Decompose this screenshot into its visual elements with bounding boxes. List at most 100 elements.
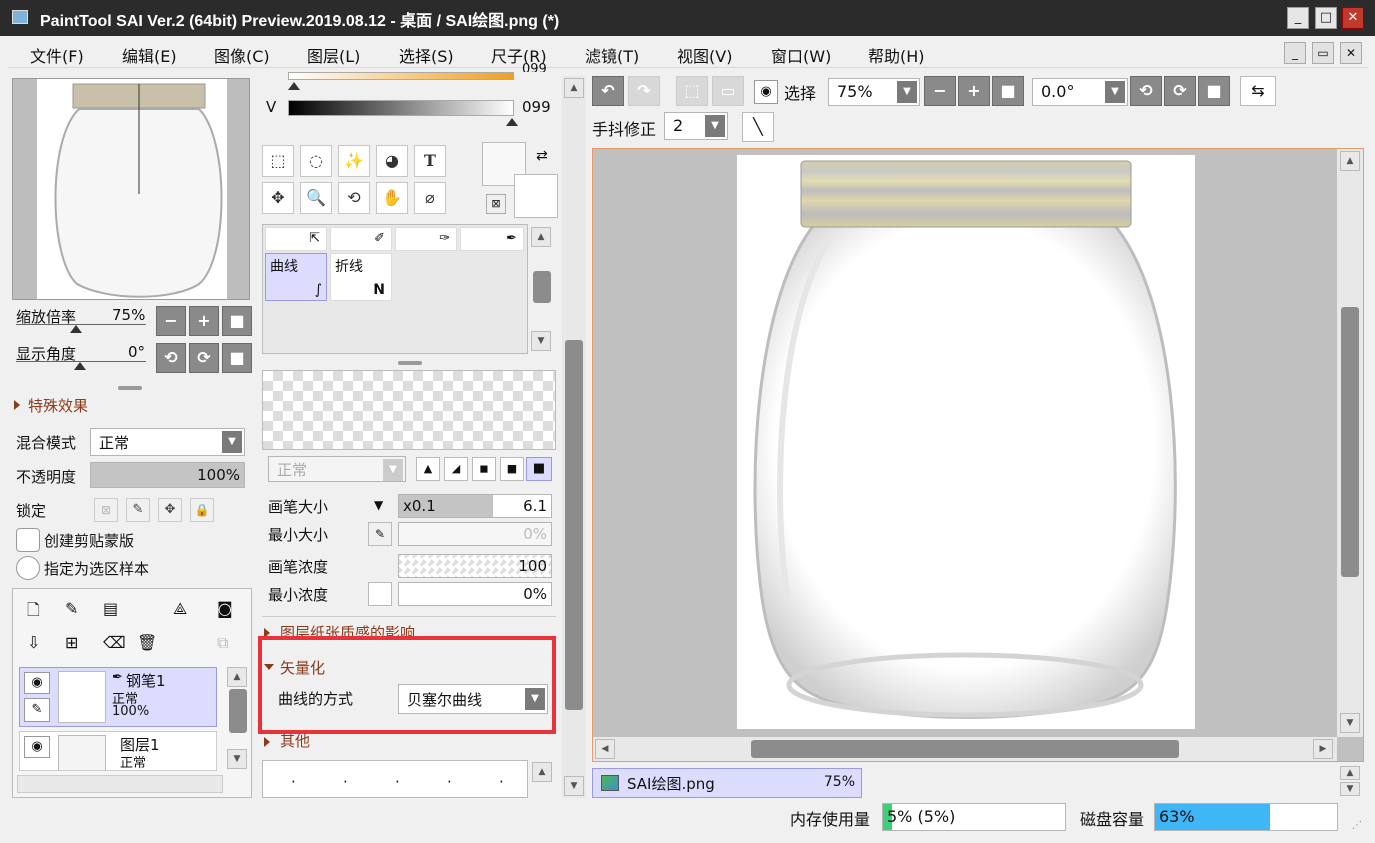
brush-size-dropdown-icon[interactable]: ▼ bbox=[374, 498, 383, 512]
rotate-right-button[interactable]: ⟳ bbox=[1164, 76, 1196, 106]
collapse-arrow-icon[interactable] bbox=[264, 737, 270, 747]
panel-divider[interactable] bbox=[398, 361, 422, 365]
deselect-button[interactable]: ⬚ bbox=[676, 76, 708, 106]
preset-dot[interactable]: · bbox=[343, 773, 348, 791]
collapse-arrow-icon[interactable] bbox=[14, 400, 20, 410]
pen-fill-icon[interactable]: ✐ bbox=[330, 227, 392, 251]
rotate-reset-button[interactable]: ■ bbox=[222, 343, 252, 373]
selection-sample-radio[interactable] bbox=[16, 556, 40, 580]
scroll-down-button[interactable]: ▼ bbox=[564, 776, 584, 796]
pointer-icon[interactable]: ⇱ bbox=[265, 227, 327, 251]
hand-icon[interactable]: ✋ bbox=[376, 182, 408, 214]
menu-file[interactable]: 文件(F) bbox=[30, 43, 84, 67]
scrollbar-thumb[interactable] bbox=[751, 740, 1179, 758]
rotate-left-button[interactable]: ⟲ bbox=[1130, 76, 1162, 106]
tab-scroll-down[interactable]: ▼ bbox=[1340, 782, 1360, 796]
rotate-right-button[interactable]: ⟳ bbox=[189, 343, 219, 373]
menu-select[interactable]: 选择(S) bbox=[399, 43, 454, 67]
menu-filter[interactable]: 滤镜(T) bbox=[585, 43, 639, 67]
rotate-left-button[interactable]: ⟲ bbox=[156, 343, 186, 373]
minimize-button[interactable]: _ bbox=[1287, 7, 1309, 29]
expand-arrow-icon[interactable] bbox=[264, 664, 274, 670]
undo-button[interactable]: ↶ bbox=[592, 76, 624, 106]
scrollbar-thumb[interactable] bbox=[1341, 307, 1359, 577]
brush-shape-1[interactable]: ▲ bbox=[416, 457, 440, 481]
layer-scroll-down[interactable]: ▼ bbox=[227, 749, 247, 769]
zoom-select[interactable]: 75% ▼ bbox=[828, 78, 920, 106]
menu-image[interactable]: 图像(C) bbox=[214, 43, 270, 67]
effects-title[interactable]: 特殊效果 bbox=[28, 395, 88, 416]
layer-row[interactable]: ◉ ✎ 钢笔1 ✒ 正常 100% bbox=[19, 667, 217, 727]
tool-scrollbar-thumb[interactable] bbox=[533, 271, 551, 303]
layer-scrollbar-thumb[interactable] bbox=[229, 689, 247, 733]
min-density-slider[interactable]: 0% bbox=[398, 582, 552, 606]
curve-tool[interactable]: 曲线 ∫ bbox=[265, 253, 327, 301]
min-size-slider[interactable]: 0% bbox=[398, 522, 552, 546]
panel-divider[interactable] bbox=[118, 386, 142, 390]
lock-transparency-icon[interactable]: ⊠ bbox=[94, 498, 118, 522]
preset-dot[interactable]: · bbox=[499, 773, 504, 791]
rotate-icon[interactable]: ⟲ bbox=[338, 182, 370, 214]
doc-restore-button[interactable]: ▭ bbox=[1312, 42, 1334, 64]
swap-colors-icon[interactable]: ⇄ bbox=[536, 148, 548, 164]
menu-window[interactable]: 窗口(W) bbox=[771, 43, 831, 67]
invert-select-button[interactable]: ▭ bbox=[712, 76, 744, 106]
brush-size-slider[interactable]: x0.1 6.1 bbox=[398, 494, 552, 518]
vectorize-label[interactable]: 矢量化 bbox=[280, 657, 325, 678]
navigator-preview[interactable] bbox=[12, 78, 250, 300]
scroll-down-button[interactable]: ▼ bbox=[1340, 713, 1360, 733]
flip-horizontal-icon[interactable]: ⇆ bbox=[1240, 76, 1276, 106]
density-slider[interactable]: 100 bbox=[398, 554, 552, 578]
resize-grip-icon[interactable]: ⋰ bbox=[1352, 820, 1362, 831]
top-slider-handle[interactable] bbox=[288, 82, 300, 90]
tab-scroll-up[interactable]: ▲ bbox=[1340, 766, 1360, 780]
brush-shape-4[interactable]: ■ bbox=[500, 457, 524, 481]
brush-mode-select[interactable]: 正常 ▼ bbox=[268, 456, 406, 482]
angle-select[interactable]: 0.0° ▼ bbox=[1032, 78, 1128, 106]
delete-layer-icon[interactable]: 🗑 bbox=[137, 633, 157, 652]
scroll-up-button[interactable]: ▲ bbox=[1340, 151, 1360, 171]
canvas-hscrollbar[interactable]: ◀ ▶ bbox=[593, 737, 1337, 761]
scroll-right-button[interactable]: ▶ bbox=[1313, 739, 1333, 759]
stabilizer-select[interactable]: 2 ▼ bbox=[664, 112, 728, 140]
scroll-left-button[interactable]: ◀ bbox=[595, 739, 615, 759]
layer-hscroll[interactable] bbox=[17, 775, 223, 793]
eye-icon[interactable]: ◉ bbox=[24, 672, 50, 694]
menu-edit[interactable]: 编辑(E) bbox=[122, 43, 177, 67]
rect-select-icon[interactable]: ⬚ bbox=[262, 145, 294, 177]
tool-scroll-up[interactable]: ▲ bbox=[531, 227, 551, 247]
tool-scroll-down[interactable]: ▼ bbox=[531, 331, 551, 351]
clear-layer-icon[interactable]: ⌫ bbox=[103, 633, 126, 652]
lock-all-icon[interactable]: 🔒 bbox=[190, 498, 214, 522]
new-pen-layer-icon[interactable]: ✎ bbox=[65, 599, 78, 618]
polyline-tool[interactable]: 折线 N bbox=[330, 253, 392, 301]
eye-icon[interactable]: ◉ bbox=[754, 80, 778, 104]
secondary-color-swatch[interactable] bbox=[514, 174, 558, 218]
paper-texture-label[interactable]: 图层纸张质感的影响 bbox=[280, 622, 415, 636]
pressure-density-checkbox[interactable] bbox=[368, 582, 392, 606]
zoom-reset-button[interactable]: ■ bbox=[992, 76, 1024, 106]
transparent-color-icon[interactable]: ⊠ bbox=[486, 194, 506, 214]
new-layer-icon[interactable]: 🗋 bbox=[27, 599, 40, 626]
preset-dot[interactable]: · bbox=[395, 773, 400, 791]
eyedropper-icon[interactable]: ⌀ bbox=[414, 182, 446, 214]
redo-button[interactable]: ↷ bbox=[628, 76, 660, 106]
zoom-out-button[interactable]: − bbox=[924, 76, 956, 106]
pen-erase-icon[interactable]: ✒ bbox=[460, 227, 524, 251]
preset-dot[interactable]: · bbox=[447, 773, 452, 791]
lasso-icon[interactable]: ◌ bbox=[300, 145, 332, 177]
opacity-slider[interactable]: 100% bbox=[90, 462, 245, 488]
preset-scroll-up[interactable]: ▲ bbox=[532, 762, 552, 782]
eye-icon[interactable]: ◉ bbox=[24, 736, 50, 758]
move-icon[interactable]: ✥ bbox=[262, 182, 294, 214]
brush-shape-5[interactable]: ■ bbox=[526, 457, 552, 481]
layer-effect-icon[interactable]: ⟁ bbox=[173, 599, 187, 619]
brush-shape-2[interactable]: ◢ bbox=[444, 457, 468, 481]
scroll-up-button[interactable]: ▲ bbox=[564, 78, 584, 98]
layer-scroll-up[interactable]: ▲ bbox=[227, 667, 247, 687]
lock-move-icon[interactable]: ✥ bbox=[158, 498, 182, 522]
zoom-in-button[interactable]: + bbox=[189, 306, 219, 336]
preset-dot[interactable]: · bbox=[291, 773, 296, 791]
zoom-out-button[interactable]: − bbox=[156, 306, 186, 336]
clip-mask-checkbox[interactable] bbox=[16, 528, 40, 552]
